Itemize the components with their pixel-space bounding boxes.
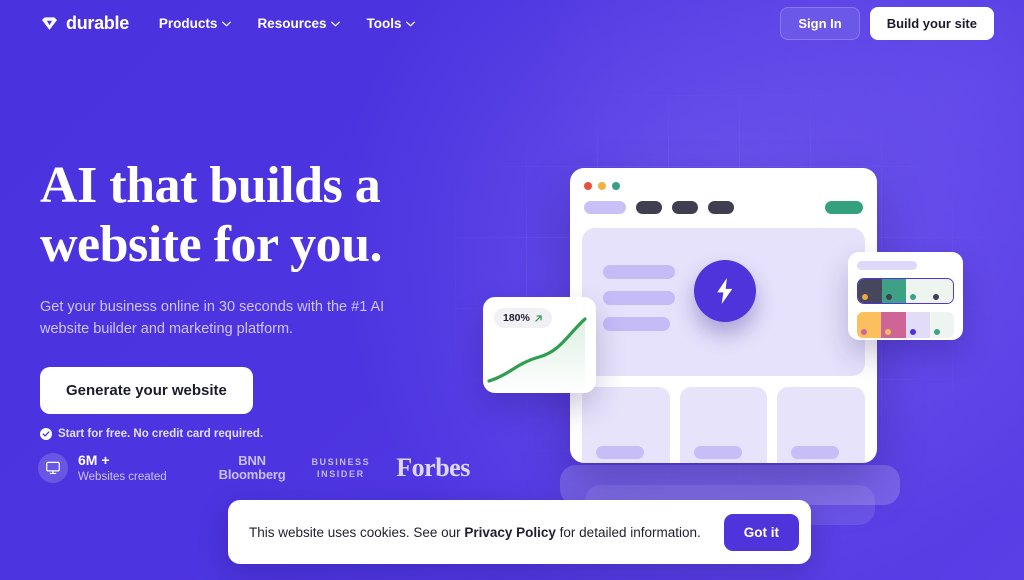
business-insider-line-1: BUSINESS — [311, 456, 371, 467]
brand-logo-text: durable — [66, 13, 129, 33]
color-palette-card — [848, 252, 963, 340]
browser-window-dots — [570, 168, 877, 190]
stat-text: 6M + Websites created — [78, 452, 167, 484]
business-insider-logo: BUSINESS INSIDER — [311, 456, 370, 480]
mock-text-line — [603, 265, 675, 279]
mock-cta-pill — [825, 201, 863, 214]
build-your-site-button[interactable]: Build your site — [869, 7, 994, 40]
mock-card — [679, 387, 768, 463]
nav-item-tools[interactable]: Tools — [366, 16, 416, 31]
chevron-down-icon — [222, 21, 232, 26]
palette-swatch-dot — [861, 329, 867, 335]
mock-hero-section — [582, 228, 865, 376]
nav-item-label: Resources — [257, 16, 327, 31]
mock-text-line — [603, 317, 670, 331]
window-dot-minimize — [598, 182, 606, 190]
bnn-bloomberg-line-2: Bloomberg — [218, 466, 286, 482]
palette-swatch[interactable] — [929, 279, 953, 303]
cookie-banner-text: This website uses cookies. See our Priva… — [249, 525, 701, 540]
stat-label: Websites created — [78, 470, 167, 483]
headline-line-1: AI that builds a — [40, 157, 381, 214]
growth-badge-value: 180% — [503, 312, 530, 324]
cookie-consent-banner: This website uses cookies. See our Priva… — [228, 500, 811, 564]
palette-swatch[interactable] — [857, 312, 882, 338]
chevron-down-icon — [331, 21, 341, 26]
palette-swatch-dot — [885, 329, 892, 335]
stacked-layer-mid — [560, 465, 900, 505]
mock-card — [777, 387, 866, 463]
check-circle-icon — [40, 427, 52, 440]
mock-card — [582, 387, 670, 463]
palette-swatch[interactable] — [858, 279, 882, 303]
cookie-text-after: for detailed information. — [555, 524, 701, 540]
window-dot-close — [584, 182, 592, 190]
forbes-logo: Forbes — [396, 452, 470, 482]
mock-menu-pill — [708, 201, 734, 214]
arrow-up-right-icon — [535, 314, 542, 322]
headline-line-2: website for you. — [40, 216, 383, 273]
generate-your-website-button[interactable]: Generate your website — [40, 366, 253, 414]
palette-swatch-dot — [862, 294, 868, 300]
mock-text-line — [603, 291, 675, 305]
growth-badge: 180% — [494, 308, 552, 328]
window-dot-maximize — [612, 182, 620, 190]
lightning-bolt-icon — [717, 278, 733, 304]
page-title: AI that builds a website for you. — [40, 160, 470, 271]
hero-subheading: Get your business online in 30 seconds w… — [40, 299, 385, 337]
privacy-policy-link[interactable]: Privacy Policy — [464, 525, 556, 540]
nav-actions: Sign In Build your site — [780, 7, 994, 40]
nav-item-label: Tools — [366, 16, 402, 31]
palette-row-two[interactable] — [857, 312, 954, 338]
hero-content: AI that builds a website for you. Get yo… — [40, 160, 470, 440]
palette-swatch[interactable] — [905, 312, 930, 338]
nav-links: Products Resources Tools — [159, 16, 416, 31]
palette-swatch-dot — [885, 294, 892, 300]
cookie-text-before: This website uses cookies. See our — [249, 524, 465, 540]
mock-menu-pill — [636, 201, 662, 214]
free-trial-note-label: Start for free. No credit card required. — [58, 427, 264, 440]
stat-number: 6M + — [78, 452, 110, 468]
brand-logo[interactable]: durable — [40, 13, 129, 34]
bnn-bloomberg-line-1: BNN — [238, 453, 266, 469]
palette-swatch[interactable] — [905, 279, 930, 303]
mock-site-navbar — [570, 190, 877, 214]
websites-created-stat: 6M + Websites created — [38, 452, 167, 484]
ai-bolt-badge — [694, 260, 756, 322]
sign-in-button[interactable]: Sign In — [780, 7, 860, 40]
chevron-down-icon — [406, 21, 416, 26]
press-logos: BNN Bloomberg BUSINESS INSIDER Forbes — [219, 452, 471, 483]
nav-item-resources[interactable]: Resources — [257, 16, 341, 31]
palette-row-selected[interactable] — [857, 278, 954, 304]
palette-swatch[interactable] — [881, 312, 906, 338]
main-navigation: durable Products Resources Tools Sign In… — [0, 0, 1024, 47]
mock-logo-pill — [584, 201, 626, 214]
stat-icon-badge — [38, 452, 68, 483]
growth-chart-card: 180% — [483, 297, 596, 393]
palette-swatch-dot — [909, 329, 916, 335]
mock-card-row — [582, 387, 866, 463]
palette-title-placeholder — [857, 261, 917, 270]
palette-swatch-dot — [909, 294, 916, 300]
palette-swatch-dot — [933, 329, 940, 335]
free-trial-note: Start for free. No credit card required. — [40, 427, 470, 440]
hero-illustration: 180% — [455, 90, 1024, 525]
browser-mockup — [570, 168, 877, 463]
palette-swatch[interactable] — [929, 312, 954, 338]
diamond-gem-icon — [41, 17, 58, 30]
nav-item-products[interactable]: Products — [159, 16, 232, 31]
cookie-accept-button[interactable]: Got it — [723, 513, 799, 551]
nav-item-label: Products — [158, 16, 218, 31]
palette-swatch-dot — [933, 294, 940, 300]
mock-menu-pill — [672, 201, 698, 214]
bnn-bloomberg-logo: BNN Bloomberg — [219, 454, 286, 481]
social-proof: 6M + Websites created BNN Bloomberg BUSI… — [38, 452, 470, 484]
monitor-icon — [46, 461, 60, 474]
palette-swatch[interactable] — [881, 279, 906, 303]
business-insider-line-2: INSIDER — [317, 468, 365, 479]
